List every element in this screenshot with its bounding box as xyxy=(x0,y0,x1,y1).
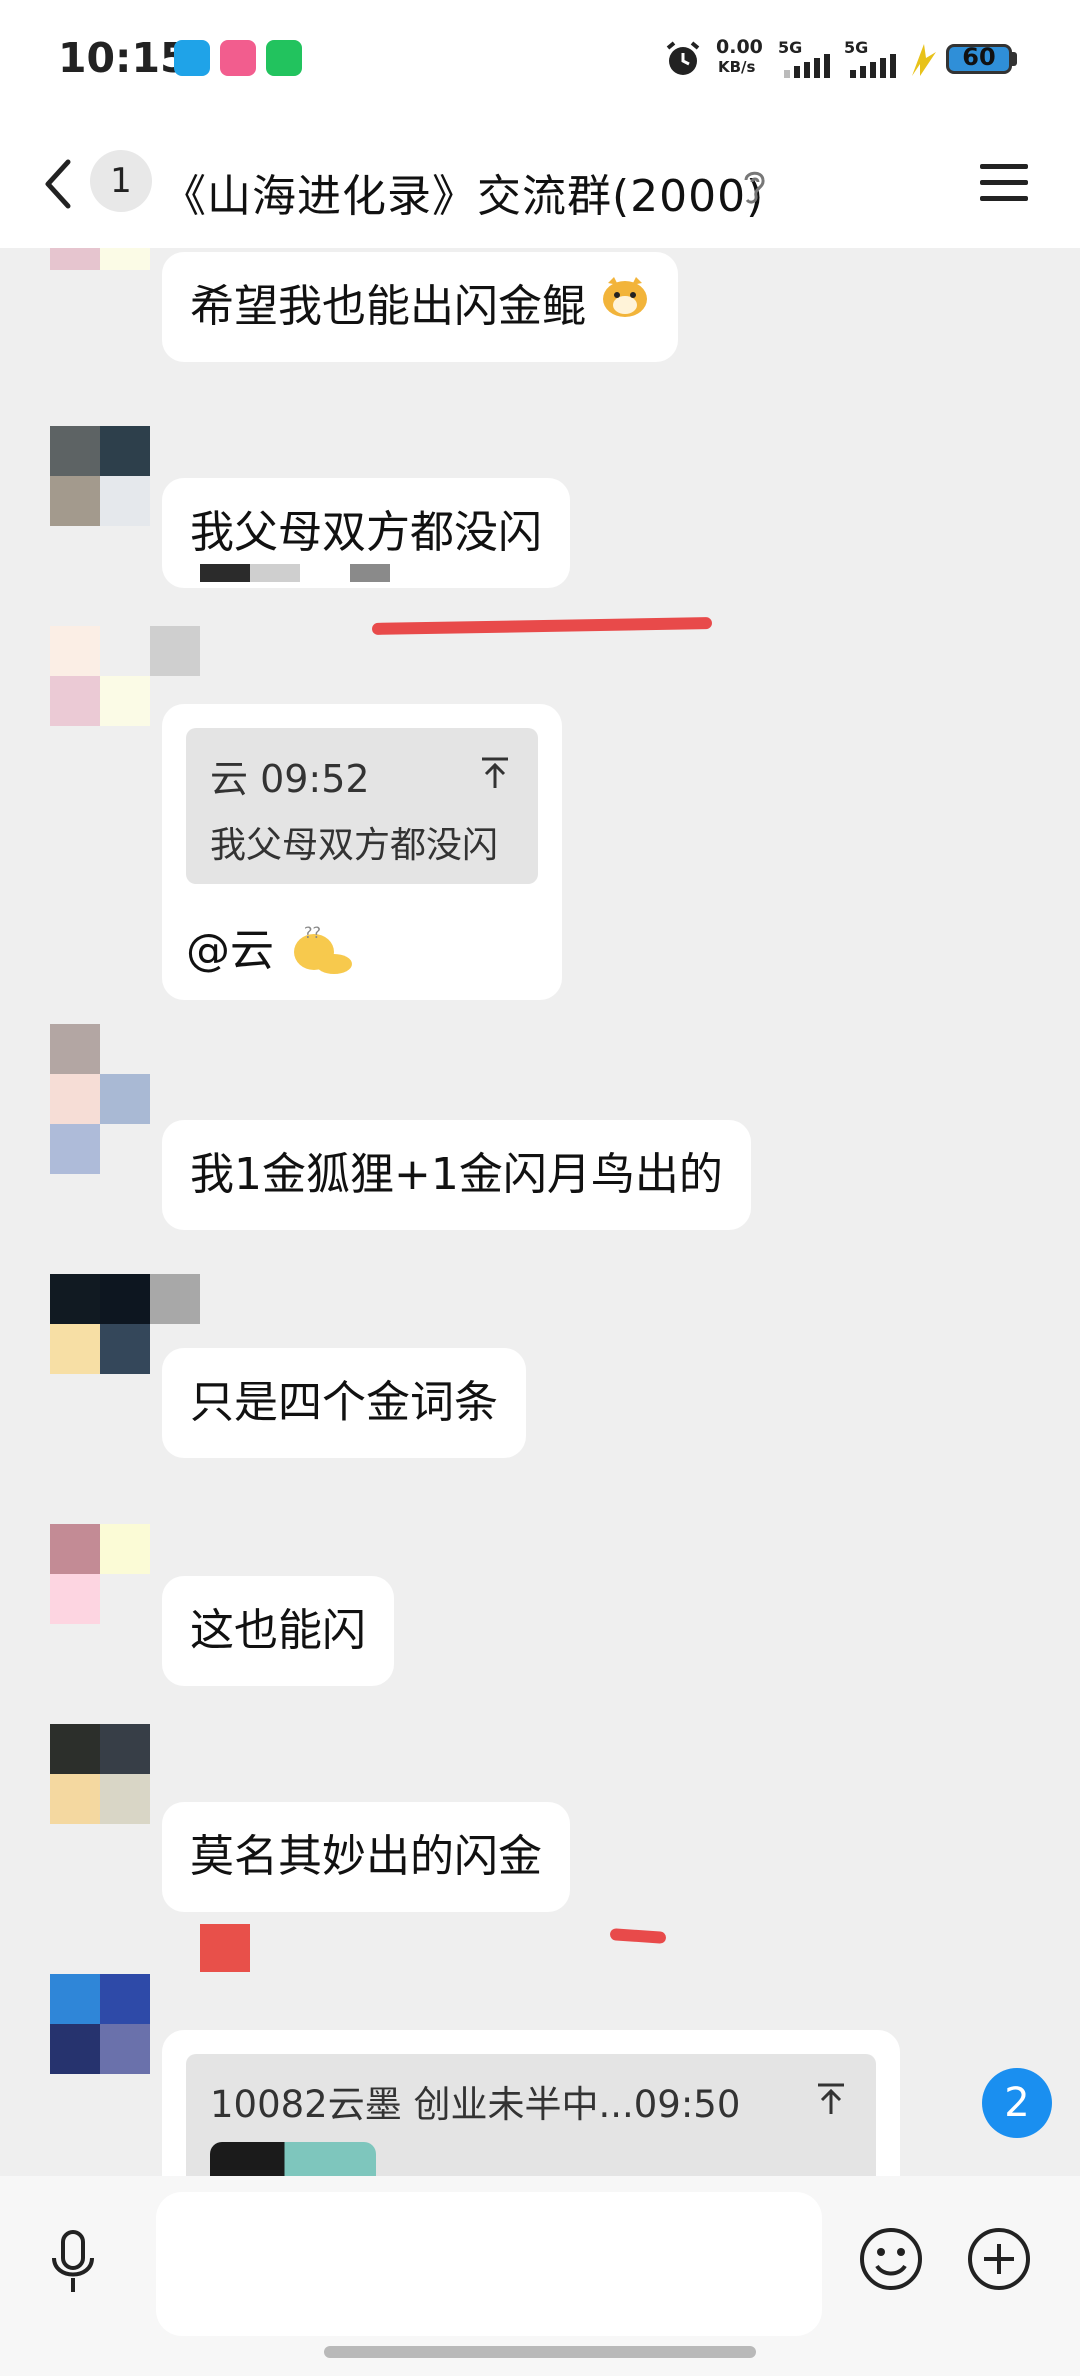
image-mosaic xyxy=(200,1924,250,1972)
avatar[interactable] xyxy=(50,1724,150,1824)
message-bubble[interactable]: 希望我也能出闪金鲲 xyxy=(162,252,678,362)
input-bar xyxy=(0,2176,1080,2376)
back-icon[interactable] xyxy=(38,156,78,212)
message-text: 只是四个金词条 xyxy=(190,1377,498,1428)
message-bubble[interactable]: 只是四个金词条 xyxy=(162,1348,526,1458)
thinking-emoji-icon: ?? xyxy=(288,922,354,985)
message-bubble[interactable]: 莫名其妙出的闪金 xyxy=(162,1802,570,1912)
chat-header: 1 《山海进化录》交流群(2000) xyxy=(0,118,1080,248)
unread-count-badge[interactable]: 1 xyxy=(90,150,152,212)
signal-2-icon xyxy=(850,54,896,78)
battery-indicator: 60 xyxy=(946,43,1012,74)
avatar[interactable] xyxy=(50,248,150,270)
reply-message-bubble[interactable]: 10082云墨 创业未半中...09:50 xyxy=(162,2030,900,2176)
avatar[interactable] xyxy=(50,426,150,526)
reply-text-row: @云 ?? xyxy=(186,914,354,985)
smile-icon[interactable] xyxy=(858,2226,924,2292)
ear-icon[interactable] xyxy=(738,166,770,206)
message-text: 我父母双方都没闪 xyxy=(190,507,542,558)
mic-icon[interactable] xyxy=(48,2228,98,2298)
status-bar: 10:15 0.00 KB/s 5G 5G 60 xyxy=(0,0,1080,118)
message-text: 我1金狐狸+1金闪月鸟出的 xyxy=(190,1149,723,1200)
group-title[interactable]: 《山海进化录》交流群(2000) xyxy=(162,160,764,224)
new-messages-badge[interactable]: 2 xyxy=(982,2068,1052,2138)
charging-icon xyxy=(912,44,936,76)
red-underline-annotation xyxy=(609,1928,667,1944)
battery-level: 60 xyxy=(962,43,996,71)
quote-text: 我父母双方都没闪 xyxy=(210,825,499,866)
message-input[interactable] xyxy=(156,2192,822,2336)
quote-author-time: 10082云墨 创业未半中...09:50 xyxy=(210,2083,741,2126)
message-text: 希望我也能出闪金鲲 xyxy=(190,281,586,332)
tiger-emoji-icon xyxy=(600,250,650,360)
plus-icon[interactable] xyxy=(966,2226,1032,2292)
status-time: 10:15 xyxy=(58,34,189,82)
avatar[interactable] xyxy=(50,1974,150,2074)
quoted-message[interactable]: 10082云墨 创业未半中...09:50 xyxy=(186,2054,876,2176)
bilibili-app-icon xyxy=(220,40,256,76)
message-text: @云 xyxy=(186,925,274,976)
pin-icon[interactable] xyxy=(816,2082,846,2116)
svg-text:??: ?? xyxy=(304,923,321,942)
battery-tip xyxy=(1012,52,1017,66)
network-unit: KB/s xyxy=(718,58,756,76)
message-bubble[interactable]: 我1金狐狸+1金闪月鸟出的 xyxy=(162,1120,751,1230)
reply-message-bubble[interactable]: 云 09:52 我父母双方都没闪 @云 ?? xyxy=(162,704,562,1000)
image-mosaic xyxy=(200,564,250,582)
quoted-image-thumbnail[interactable] xyxy=(210,2142,376,2176)
message-list[interactable]: 希望我也能出闪金鲲 我父母双方都没闪 云 09:52 我父母双方都没闪 @云 ?… xyxy=(0,248,1080,2176)
home-indicator[interactable] xyxy=(324,2346,756,2358)
message-bubble[interactable]: 这也能闪 xyxy=(162,1576,394,1686)
wechat-app-icon xyxy=(266,40,302,76)
browser-app-icon xyxy=(174,40,210,76)
avatar[interactable] xyxy=(50,1024,150,1174)
quote-author-time: 云 09:52 xyxy=(210,757,370,801)
message-text: 莫名其妙出的闪金 xyxy=(190,1831,542,1882)
red-underline-annotation xyxy=(371,617,713,635)
chat-screen: 10:15 0.00 KB/s 5G 5G 60 1 《山海进化录》交流群(20… xyxy=(0,0,1080,2376)
alarm-icon xyxy=(666,41,700,75)
pin-icon[interactable] xyxy=(480,756,510,790)
image-mosaic xyxy=(250,564,300,582)
quoted-message[interactable]: 云 09:52 我父母双方都没闪 xyxy=(186,728,538,884)
message-text: 这也能闪 xyxy=(190,1605,366,1656)
menu-icon[interactable] xyxy=(978,162,1030,204)
network-speed: 0.00 xyxy=(716,36,763,58)
signal-1-icon xyxy=(784,54,830,78)
image-mosaic xyxy=(350,564,390,582)
avatar[interactable] xyxy=(50,1524,150,1624)
